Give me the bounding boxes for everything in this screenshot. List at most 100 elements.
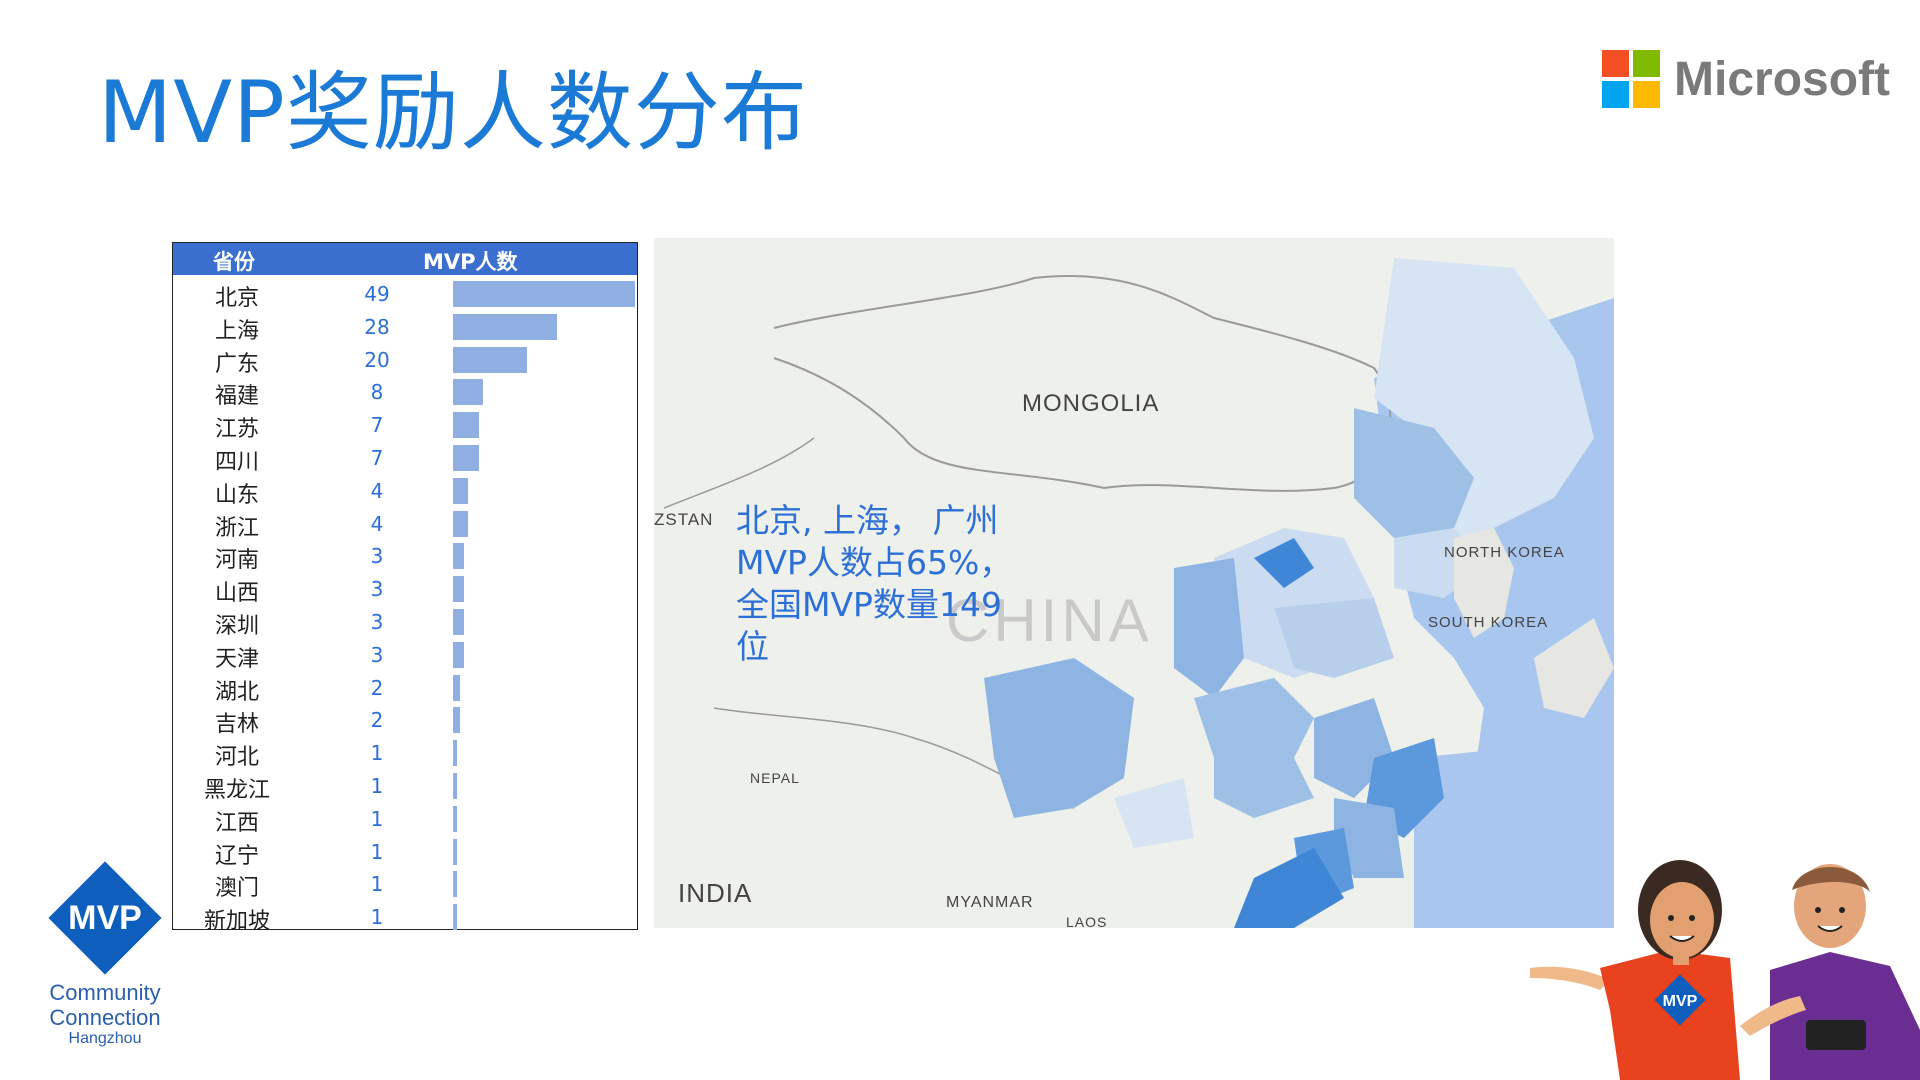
table-row: 辽宁 1 [173,835,637,869]
province-label: 澳门 [214,876,259,902]
mvp-count-value: 3 [370,642,384,667]
table-row: 河南 3 [173,539,637,574]
mvp-count-value: 1 [370,774,384,798]
mvp-community-logo: MVP Community Connection Hangzhou [40,861,170,1048]
map-label-north-korea: NORTH KOREA [1444,544,1565,561]
mvp-count-bar [453,740,457,767]
mvp-count-value: 3 [370,544,384,569]
table-row: 福建 8 [173,375,637,410]
mvp-count-value: 7 [370,446,384,470]
map-label-nepal: NEPAL [750,770,800,786]
table-row: 浙江 4 [173,507,637,541]
mvp-count-bar [453,805,457,832]
province-label: 吉林 [214,712,259,738]
mvp-count-bar [453,510,468,537]
province-label: 广东 [214,351,259,377]
province-label: 黑龙江 [203,778,270,803]
microsoft-wordmark: Microsoft [1674,52,1890,106]
map-note: 北京, 上海， 广州 MVP人数占65%， 全国MVP数量149 位 [736,500,1046,668]
column-header-count: MVP人数 [423,250,518,274]
mvp-badge-text: MVP [68,898,142,937]
province-label: 四川 [214,450,259,475]
microsoft-logo: Microsoft [1602,50,1890,108]
map-label-india: INDIA [678,878,753,908]
logo-line-connection: Connection [49,1005,161,1030]
mvp-count-bar [453,445,479,471]
mvp-count-value: 7 [370,413,384,438]
mvp-count-bar [453,281,635,307]
province-label: 江西 [214,810,259,836]
mvp-count-bar [453,609,465,635]
mvp-count-bar [453,641,465,668]
province-label: 湖北 [214,679,259,705]
mvp-count-value: 2 [370,708,384,733]
mvp-count-value: 8 [370,380,384,405]
table-row: 北京 49 [173,277,637,311]
china-map: MONGOLIA CHINA NORTH KOREA SOUTH KOREA I… [654,238,1614,928]
mvp-count-bar [453,838,457,865]
map-note-line: 位 [736,627,769,666]
table-row: 新加坡 1 [173,900,637,935]
table-row: 深圳 3 [173,605,637,639]
table-row: 江苏 7 [173,408,637,443]
mascot-badge-text: MVP [1663,993,1698,1010]
province-label: 深圳 [214,614,259,639]
table-header: 省份 MVP人数 [173,243,637,275]
mvp-count-bar [453,576,465,603]
mvp-count-value: 4 [370,478,384,503]
map-note-line: MVP人数占65%， [736,543,1013,582]
province-label: 新加坡 [203,909,270,935]
mvp-count-value: 1 [370,905,384,930]
mvp-count-bar [453,313,557,340]
mvp-count-value: 20 [364,347,390,372]
mvp-count-value: 3 [370,577,384,602]
table-row: 澳门 1 [173,867,637,902]
mvp-count-value: 1 [370,872,384,897]
map-label-south-korea: SOUTH KOREA [1428,614,1549,631]
province-label: 北京 [214,286,259,311]
mvp-count-value: 1 [370,839,384,864]
map-label-laos: LAOS [1066,914,1108,928]
province-label: 浙江 [214,515,259,541]
mvp-count-value: 1 [370,741,384,766]
table-row: 四川 7 [173,441,637,475]
table-row: 黑龙江 1 [173,769,637,803]
mvp-count-bar [453,707,461,734]
mvp-diamond-icon: MVP [48,861,162,975]
map-label-mongolia: MONGOLIA [1022,390,1160,417]
province-label: 山东 [214,482,259,508]
mvp-count-bar [453,674,461,701]
mvp-count-value: 3 [370,610,384,634]
table-row: 湖北 2 [173,671,637,705]
mvp-count-bar [453,904,457,931]
column-header-province: 省份 [213,250,255,274]
mascots-illustration: MVP [1530,860,1920,1080]
province-label: 辽宁 [214,843,259,869]
mvp-count-bar [453,543,465,570]
province-label: 福建 [214,384,259,410]
map-note-line: 全国MVP数量149 [736,585,1002,624]
province-label: 江苏 [214,417,259,443]
mvp-count-bar [453,412,479,439]
table-row: 山西 3 [173,572,637,607]
table-row: 广东 20 [173,343,637,377]
province-label: 上海 [214,318,259,344]
table-row: 天津 3 [173,638,637,672]
mvp-count-bar [453,346,528,373]
table-row: 山东 4 [173,474,637,508]
mvp-count-table: 省份 MVP人数 北京 49 上海 28 广东 20 福建 8 江苏 7 四川 7 山东 4 浙江 4 河南 3 山… [172,242,638,935]
mvp-count-bar [453,477,468,504]
province-label: 河南 [214,548,259,574]
map-label-kazakhstan: ZSTAN [654,510,714,529]
table-row: 江西 1 [173,802,637,836]
mvp-count-value: 1 [370,806,384,831]
mvp-count-bar [453,871,457,898]
mvp-count-bar [453,773,457,799]
map-label-myanmar: MYANMAR [946,894,1034,911]
mvp-count-value: 49 [364,282,390,306]
province-label: 山西 [214,581,259,607]
map-note-line: 北京, 上海， 广州 [736,501,999,540]
province-label: 天津 [214,646,259,672]
page-title: MVP奖励人数分布 [98,63,808,163]
mvp-count-value: 28 [364,314,390,339]
